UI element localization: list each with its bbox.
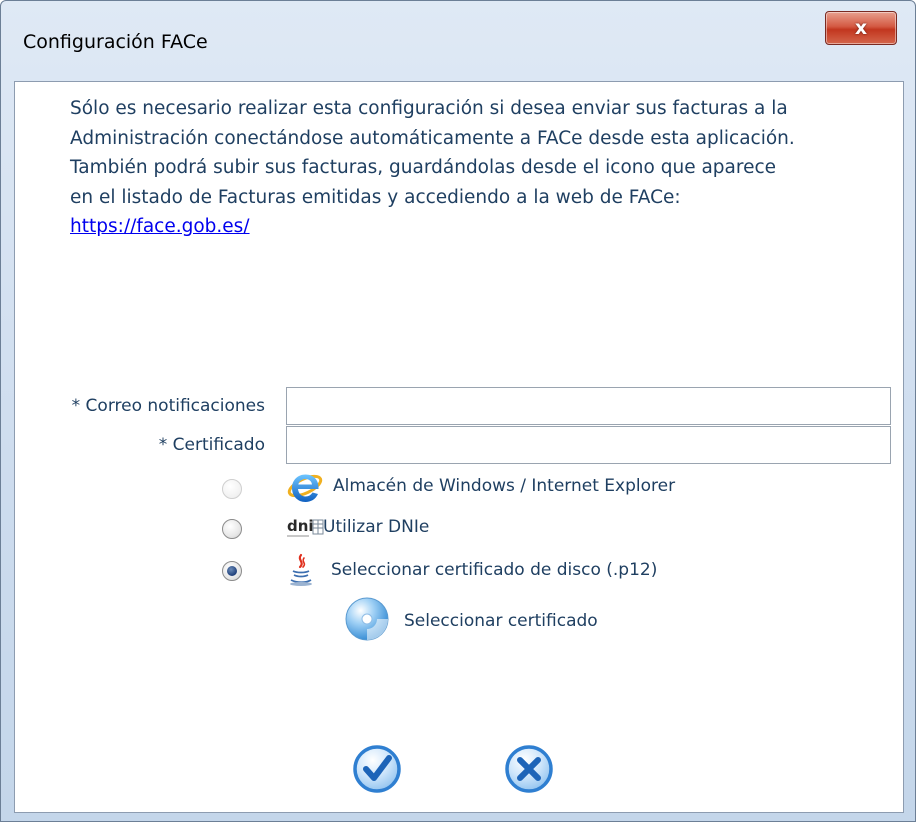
close-icon: x: [854, 17, 868, 39]
intro-line: en el listado de Facturas emitidas y acc…: [70, 186, 681, 208]
intro-line: Administración conectándose automáticame…: [70, 127, 795, 149]
intro-text: Sólo es necesario realizar esta configur…: [70, 94, 850, 242]
intro-line: También podrá subir sus facturas, guardá…: [70, 157, 777, 178]
java-icon: [288, 553, 314, 591]
svg-text:dni: dni: [287, 517, 314, 535]
select-certificate-button[interactable]: Seleccionar certificado: [344, 596, 598, 646]
option-dnie-label[interactable]: Utilizar DNIe: [323, 517, 429, 537]
cancel-x-icon: [504, 745, 554, 798]
internet-explorer-icon: [287, 470, 323, 508]
dialog-window: Configuración FACe x Sólo es necesario r…: [0, 0, 916, 822]
option-certificate-disk-label[interactable]: Seleccionar certificado de disco (.p12): [331, 560, 657, 580]
email-input[interactable]: [286, 387, 891, 425]
email-label: * Correo notificaciones: [71, 396, 265, 416]
accept-button[interactable]: [352, 744, 402, 798]
title-bar[interactable]: Configuración FACe x: [1, 1, 915, 79]
radio-windows-store[interactable]: [222, 479, 242, 499]
close-button[interactable]: x: [825, 11, 897, 45]
certificate-label: * Certificado: [158, 435, 265, 455]
radio-certificate-disk[interactable]: [222, 561, 242, 581]
intro-line: Sólo es necesario realizar esta configur…: [70, 98, 788, 119]
dni-icon: dni: [287, 514, 327, 546]
face-link[interactable]: https://face.gob.es/: [70, 216, 250, 237]
window-title: Configuración FACe: [23, 31, 208, 53]
radio-dnie[interactable]: [222, 519, 242, 539]
option-windows-store-label[interactable]: Almacén de Windows / Internet Explorer: [333, 476, 675, 496]
select-certificate-label: Seleccionar certificado: [404, 611, 598, 631]
cancel-button[interactable]: [504, 744, 554, 798]
check-icon: [352, 745, 402, 798]
certificate-input[interactable]: [286, 426, 891, 464]
disc-icon: [344, 596, 390, 646]
